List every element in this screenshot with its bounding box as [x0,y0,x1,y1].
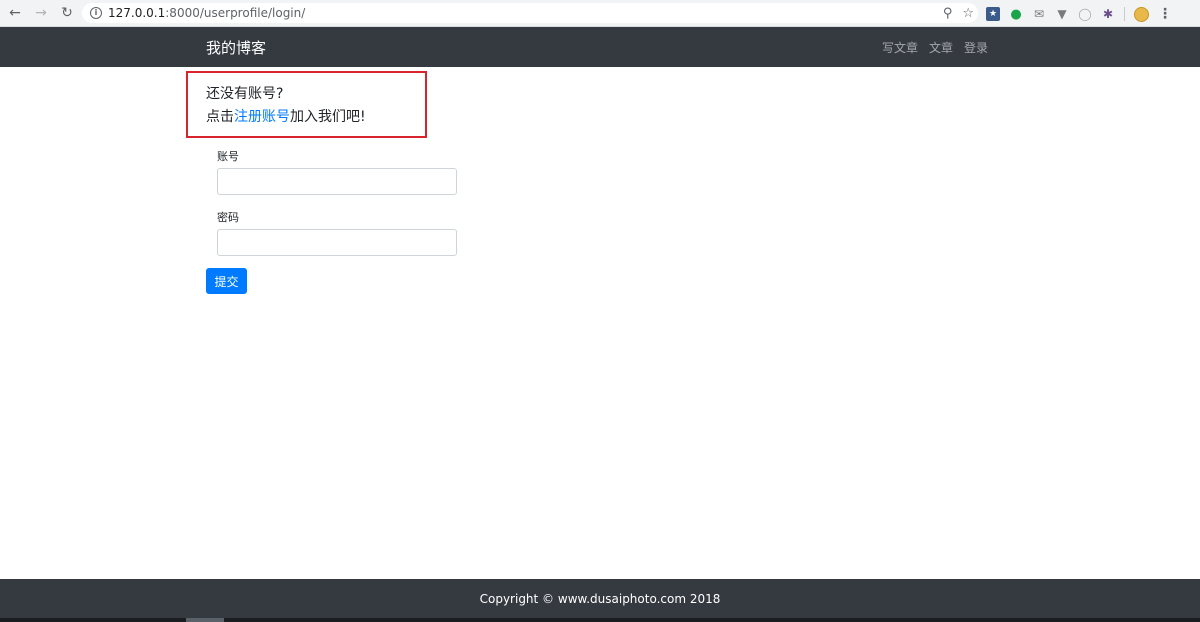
forward-icon[interactable]: → [30,2,52,24]
register-notice: 还没有账号? 点击注册账号加入我们吧! [186,71,427,138]
shield-icon[interactable]: ◯ [1078,7,1092,21]
zoom-icon[interactable]: ⚲ [943,6,953,21]
url-host: 127.0.0.1 [108,6,166,20]
menu-icon[interactable]: ⋮ [1158,6,1172,22]
reload-icon[interactable]: ↻ [56,2,78,24]
avatar[interactable] [1134,6,1149,22]
footer-tab [186,618,224,622]
notice-suffix: 加入我们吧! [290,109,366,125]
url-path: :8000/userprofile/login/ [165,6,306,20]
url-text[interactable]: 127.0.0.1:8000/userprofile/login/ [108,6,305,20]
vue-devtools-icon[interactable]: ▼ [1055,7,1069,21]
password-input[interactable] [217,229,457,256]
mail-icon[interactable]: ✉ [1032,7,1046,21]
nav-links: 写文章 文章 登录 [882,39,988,56]
submit-button[interactable]: 提交 [206,268,247,294]
evernote-icon[interactable]: ● [1009,7,1023,22]
footer-copyright: Copyright © www.dusaiphoto.com 2018 [479,592,721,606]
username-input[interactable] [217,168,457,195]
nav-login[interactable]: 登录 [964,39,988,56]
bug-icon[interactable]: ✱ [1101,7,1115,21]
address-bar[interactable]: i 127.0.0.1:8000/userprofile/login/ ⚲ ☆ [82,3,978,23]
nav-write-article[interactable]: 写文章 [882,39,918,56]
username-label: 账号 [217,150,239,163]
footer-strip [0,618,1200,622]
extension-star-icon[interactable]: ★ [986,7,1000,21]
brand-link[interactable]: 我的博客 [206,37,266,58]
notice-prefix: 点击 [206,109,234,125]
back-icon[interactable]: ← [4,2,26,24]
bookmark-star-icon[interactable]: ☆ [962,6,974,21]
password-label: 密码 [217,211,239,224]
site-navbar: 我的博客 写文章 文章 登录 [0,27,1200,67]
notice-question: 还没有账号? [206,86,284,102]
toolbar-divider [1124,7,1125,21]
nav-articles[interactable]: 文章 [929,39,953,56]
browser-toolbar: ← → ↻ i 127.0.0.1:8000/userprofile/login… [0,0,1200,27]
register-link[interactable]: 注册账号 [234,109,290,125]
info-icon[interactable]: i [90,7,102,19]
notice-invite: 点击注册账号加入我们吧! [206,106,366,126]
site-footer: Copyright © www.dusaiphoto.com 2018 [0,579,1200,622]
